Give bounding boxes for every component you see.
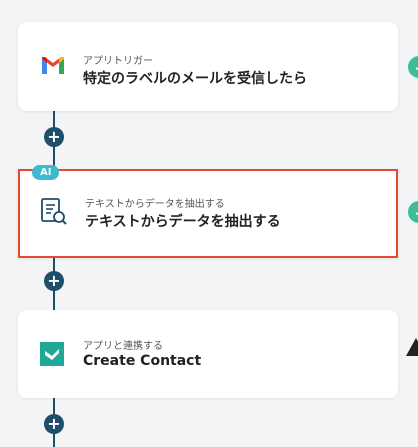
step-subtitle: アプリトリガー [83,56,153,67]
step-title: 特定のラベルのメールを受信したら [83,71,307,87]
step-title: Create Contact [83,353,202,369]
ai-badge: AI [32,165,60,180]
flow-step-card-ai-extract[interactable]: AI テキストからデータを抽出する テキストからデータを抽出する [18,165,398,258]
step-subtitle: アプリと連携する [83,341,163,352]
add-step-button[interactable]: + [44,414,64,434]
add-step-button[interactable]: + [44,271,64,291]
app-logo-icon [40,342,64,370]
document-search-icon [40,197,68,231]
add-step-button[interactable]: + [44,127,64,147]
gmail-icon [40,55,66,79]
check-icon: ✓ [408,201,418,223]
flow-step-card-create-contact[interactable]: アプリと連携する Create Contact [18,310,398,398]
flow-step-card-trigger[interactable]: アプリトリガー 特定のラベルのメールを受信したら [18,22,398,111]
warning-icon [406,338,418,356]
step-title: テキストからデータを抽出する [85,214,281,230]
check-icon: ✓ [408,56,418,78]
step-subtitle: テキストからデータを抽出する [85,199,225,210]
